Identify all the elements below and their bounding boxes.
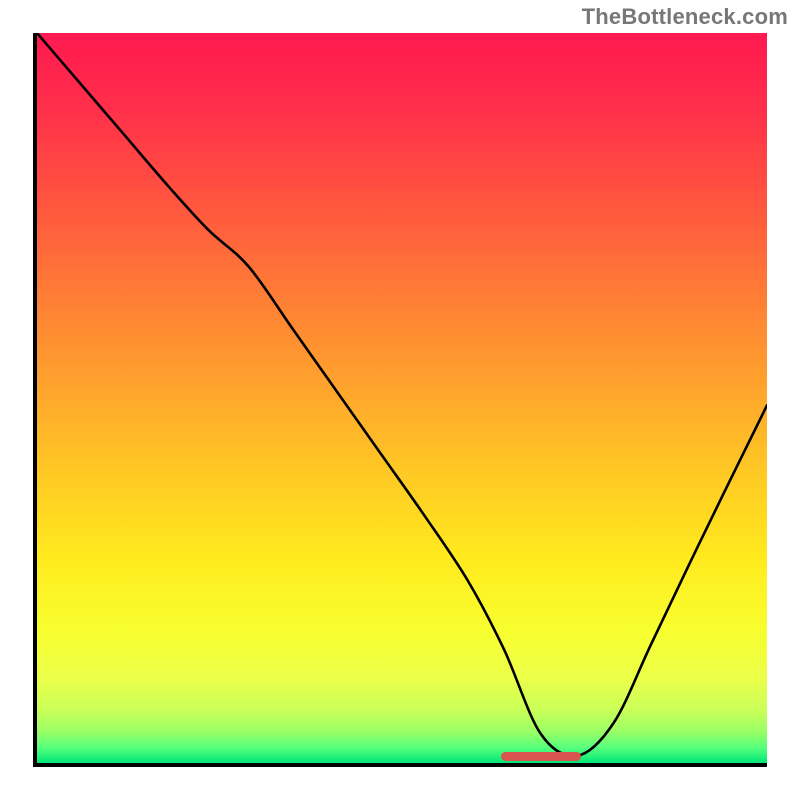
plot-area — [33, 33, 767, 767]
bottleneck-curve — [37, 33, 767, 763]
watermark-text: TheBottleneck.com — [582, 4, 788, 30]
optimal-range-marker — [501, 752, 581, 761]
chart-container: TheBottleneck.com — [0, 0, 800, 800]
